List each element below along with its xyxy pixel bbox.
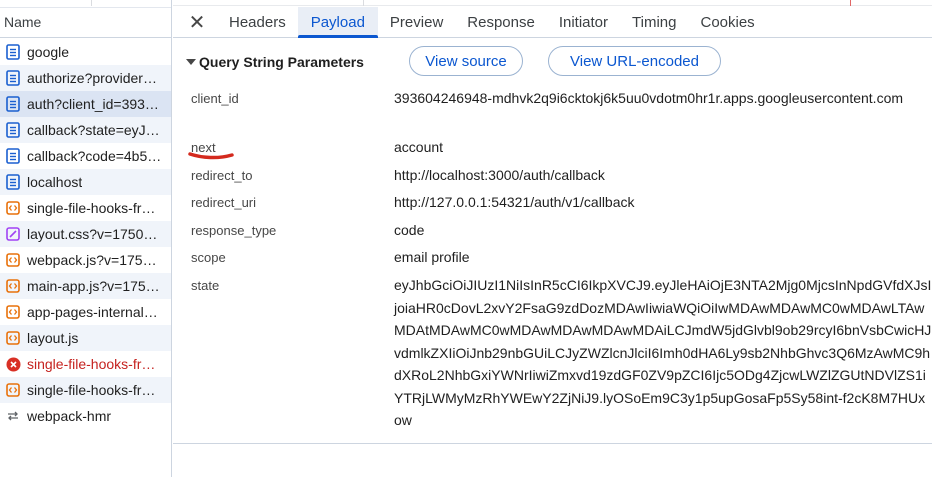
param-key: next xyxy=(191,140,216,155)
close-icon[interactable]: ✕ xyxy=(180,7,214,37)
request-row[interactable]: single-file-hooks-fr… xyxy=(0,351,171,377)
error-icon xyxy=(5,356,21,372)
tab-cookies[interactable]: Cookies xyxy=(688,7,766,37)
param-value: 393604246948-mdhvk2q9i6cktokj6k5uu0vdotm… xyxy=(394,90,904,106)
request-row-label: layout.css?v=1750… xyxy=(27,226,158,242)
request-row[interactable]: main-app.js?v=175… xyxy=(0,273,171,299)
param-key: response_type xyxy=(191,223,277,238)
request-row[interactable]: webpack-hmr xyxy=(0,403,171,429)
script-icon xyxy=(5,278,21,294)
document-icon xyxy=(5,96,21,112)
script-icon xyxy=(5,200,21,216)
request-list: google authorize?provider… auth?client_id=… xyxy=(0,39,171,429)
request-row[interactable]: callback?code=4b5… xyxy=(0,143,171,169)
param-key: client_id xyxy=(191,91,239,106)
script-icon xyxy=(5,382,21,398)
request-row-label: layout.js xyxy=(27,330,79,346)
request-row-label: webpack-hmr xyxy=(27,408,112,424)
script-icon xyxy=(5,304,21,320)
toolbar-strip xyxy=(0,0,171,6)
param-key: redirect_to xyxy=(191,168,253,183)
script-icon xyxy=(5,252,21,268)
request-row-label: app-pages-internal… xyxy=(27,304,158,320)
param-value: eyJhbGciOiJIUzI1NiIsInR5cCI6IkpXVCJ9.eyJ… xyxy=(394,277,932,428)
document-icon xyxy=(5,122,21,138)
request-row-label: single-file-hooks-fr… xyxy=(27,356,156,372)
request-row[interactable]: webpack.js?v=175… xyxy=(0,247,171,273)
request-row[interactable]: localhost xyxy=(0,169,171,195)
param-value: http://127.0.0.1:54321/auth/v1/callback xyxy=(394,194,635,210)
request-row[interactable]: auth?client_id=393… xyxy=(0,91,171,117)
param-key: redirect_uri xyxy=(191,195,257,210)
request-row[interactable]: layout.js xyxy=(0,325,171,351)
section-title: Query String Parameters xyxy=(199,54,364,70)
tab-preview[interactable]: Preview xyxy=(378,7,455,37)
request-list-panel: Name google authorize?provider… auth?clien… xyxy=(0,0,172,477)
param-value: http://localhost:3000/auth/callback xyxy=(394,167,605,183)
request-row-label: authorize?provider… xyxy=(27,70,157,86)
panel-divider xyxy=(173,443,932,444)
document-icon xyxy=(5,44,21,60)
tab-headers[interactable]: Headers xyxy=(214,7,298,37)
request-row-label: single-file-hooks-fr… xyxy=(27,382,156,398)
request-row[interactable]: app-pages-internal… xyxy=(0,299,171,325)
request-row[interactable]: callback?state=eyJ… xyxy=(0,117,171,143)
param-value: account xyxy=(394,139,444,155)
request-detail-panel: ✕ Headers Payload Preview Response Initi… xyxy=(91,0,932,477)
view-source-button[interactable]: View source xyxy=(409,46,523,76)
stylesheet-icon xyxy=(5,226,21,242)
param-key: scope xyxy=(191,250,226,265)
request-row[interactable]: authorize?provider… xyxy=(0,65,171,91)
request-row-label: main-app.js?v=175… xyxy=(27,278,160,294)
tab-timing[interactable]: Timing xyxy=(620,7,688,37)
timeline-strip xyxy=(91,0,932,6)
tab-initiator[interactable]: Initiator xyxy=(547,7,620,37)
request-row[interactable]: single-file-hooks-fr… xyxy=(0,377,171,403)
request-row-label: callback?code=4b5… xyxy=(27,148,162,164)
param-key: state xyxy=(191,278,220,293)
request-row-label: auth?client_id=393… xyxy=(27,96,159,112)
request-row-label: callback?state=eyJ… xyxy=(27,122,160,138)
document-icon xyxy=(5,70,21,86)
param-value: email profile xyxy=(394,249,470,265)
param-value: code xyxy=(394,222,425,238)
script-icon xyxy=(5,330,21,346)
name-column-header[interactable]: Name xyxy=(0,7,171,38)
query-string-section-header[interactable]: Query String Parameters xyxy=(186,50,364,74)
tab-payload[interactable]: Payload xyxy=(297,7,379,38)
view-url-encoded-button[interactable]: View URL-encoded xyxy=(548,46,721,76)
websocket-icon xyxy=(5,408,21,424)
document-icon xyxy=(5,174,21,190)
request-row-label: webpack.js?v=175… xyxy=(27,252,157,268)
request-row-label: localhost xyxy=(27,174,83,190)
request-row[interactable]: layout.css?v=1750… xyxy=(0,221,171,247)
expand-triangle-icon xyxy=(186,59,196,65)
request-row-label: single-file-hooks-fr… xyxy=(27,200,156,216)
request-row[interactable]: google xyxy=(0,39,171,65)
request-row-label: google xyxy=(27,44,70,60)
document-icon xyxy=(5,148,21,164)
request-row[interactable]: single-file-hooks-fr… xyxy=(0,195,171,221)
tab-response[interactable]: Response xyxy=(455,7,547,37)
detail-tab-bar: ✕ Headers Payload Preview Response Initi… xyxy=(173,7,932,38)
